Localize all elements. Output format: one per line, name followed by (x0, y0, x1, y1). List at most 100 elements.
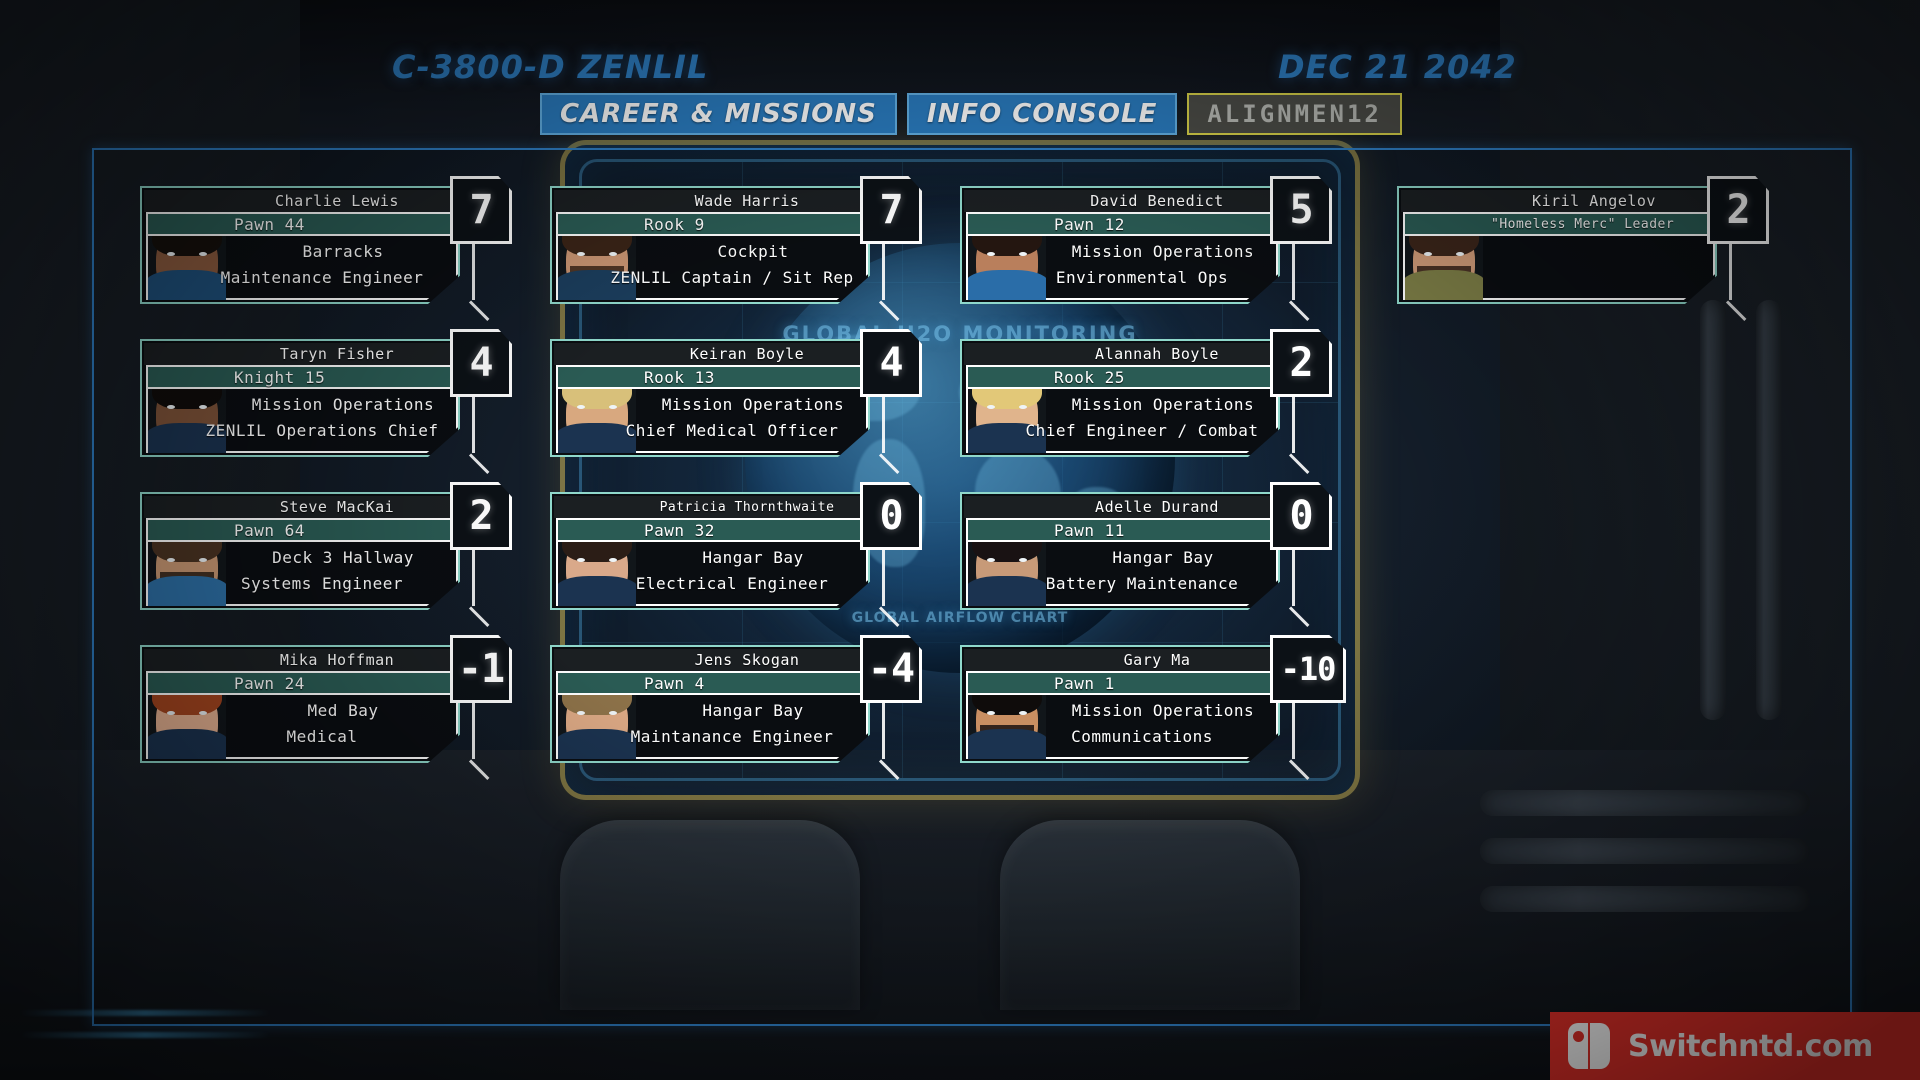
crew-card[interactable]: Adelle Durand Pawn 11 Hangar Bay Battery Ma… (960, 482, 1332, 610)
crew-card-body: Steve MacKai Pawn 64 Deck 3 Hallway Systems… (140, 492, 460, 610)
crew-rank: Pawn 11 (1054, 520, 1125, 540)
crew-rank: Rook 25 (1054, 367, 1125, 387)
crew-card[interactable]: Kiril Angelov "Homeless Merc" Leader 2 (1397, 176, 1769, 304)
crew-card[interactable]: Keiran Boyle Rook 13 Mission Operations Chi… (550, 329, 922, 457)
crew-alignment-score: 2 (469, 493, 493, 539)
game-screen: GLOBAL H2O MONITORING GLOBAL AIRFLOW CHA… (0, 0, 1920, 1080)
crew-name: Kiril Angelov (1532, 192, 1656, 210)
console-hump (1000, 820, 1300, 1010)
crew-badge-stem (472, 550, 475, 606)
crew-name-bar: Alannah Boyle (964, 343, 1280, 365)
crew-name: Mika Hoffman (279, 651, 395, 669)
crew-name-bar: Taryn Fisher (144, 343, 460, 365)
crew-card-body: Charlie Lewis Pawn 44 Barracks Maintenance … (140, 186, 460, 304)
crew-rank-bar: Knight 15 (148, 365, 456, 389)
crew-alignment-score-badge: 7 (860, 176, 922, 244)
crew-card[interactable]: Mika Hoffman Pawn 24 Med Bay Medical -1 (140, 635, 512, 763)
crew-name: Patricia Thornthwaite (659, 499, 835, 515)
crew-name: Charlie Lewis (275, 192, 399, 210)
crew-card[interactable]: Alannah Boyle Rook 25 Mission Operations Ch… (960, 329, 1332, 457)
crew-card[interactable]: Jens Skogan Pawn 4 Hangar Bay Maintanance E… (550, 635, 922, 763)
crew-rank-bar: Pawn 32 (558, 518, 866, 542)
crew-card-body: Patricia Thornthwaite Pawn 32 Hangar Bay El… (550, 492, 870, 610)
crew-alignment-score-badge: 7 (450, 176, 512, 244)
crew-location: Barracks (302, 242, 384, 261)
crew-alignment-score-badge: 0 (860, 482, 922, 550)
crew-rank: Pawn 24 (234, 673, 305, 693)
crew-alignment-score-badge: 2 (1270, 329, 1332, 397)
crew-name: Taryn Fisher (279, 345, 395, 363)
crew-alignment-score-badge: 5 (1270, 176, 1332, 244)
crew-role: Communications (1071, 727, 1213, 746)
crew-name: Wade Harris (694, 192, 800, 210)
crew-role: ZENLIL Operations Chief (205, 421, 439, 440)
floor-glow-strip (20, 1010, 270, 1016)
crew-card[interactable]: David Benedict Pawn 12 Mission Operations E… (960, 176, 1332, 304)
crew-rank: Rook 13 (644, 367, 715, 387)
crew-rank-bar: Pawn 11 (968, 518, 1276, 542)
tab-bar: CAREER & MISSIONS INFO CONSOLE ALIGNMEN1… (540, 93, 1402, 135)
crew-card-body: Kiril Angelov "Homeless Merc" Leader (1397, 186, 1717, 304)
tab-career-and-missions[interactable]: CAREER & MISSIONS (540, 93, 897, 135)
crew-badge-stem (1292, 550, 1295, 606)
crew-role: Medical (286, 727, 358, 746)
crew-rank-bar: Pawn 1 (968, 671, 1276, 695)
crew-alignment-score-badge: -10 (1270, 635, 1346, 703)
crew-name-bar: Jens Skogan (554, 649, 870, 671)
crew-rank: Pawn 64 (234, 520, 305, 540)
crew-badge-stem (1292, 397, 1295, 453)
crew-name-bar: Gary Ma (964, 649, 1280, 671)
crew-alignment-score: 4 (469, 340, 493, 386)
crew-alignment-grid: Charlie Lewis Pawn 4 4 Barracks Maintenance … (140, 176, 1820, 798)
crew-name-bar: Wade Harris (554, 190, 870, 212)
crew-alignment-score-badge: 0 (1270, 482, 1332, 550)
crew-rank: "Homeless Merc" Leader (1491, 216, 1675, 232)
crew-location: Hangar Bay (702, 701, 804, 720)
crew-role: ZENLIL Captain / Sit Rep (610, 268, 854, 287)
crew-rank-bar: "Homeless Merc" Leader (1405, 212, 1713, 236)
crew-name-bar: Kiril Angelov (1401, 190, 1717, 212)
tab-alignment[interactable]: ALIGNMEN12 (1187, 93, 1402, 135)
pipe-decor (1480, 886, 1810, 912)
crew-card-body: Mika Hoffman Pawn 24 Med Bay Medical (140, 645, 460, 763)
crew-badge-stem (882, 244, 885, 300)
crew-role: Battery Maintenance (1045, 574, 1239, 593)
crew-rank: Pawn 4 (644, 673, 705, 693)
crew-card-body: Alannah Boyle Rook 25 Mission Operations Ch… (960, 339, 1280, 457)
crew-row: Charlie Lewis Pawn 44 Barracks Maintenance … (140, 176, 1820, 339)
crew-card[interactable]: Patricia Thornthwaite Pawn 32 Hangar Bay El… (550, 482, 922, 610)
crew-name-bar: David Benedict (964, 190, 1280, 212)
crew-name-bar: Adelle Durand (964, 496, 1280, 518)
crew-rank-bar: Pawn 4 (558, 671, 866, 695)
crew-name-bar: Steve MacKai (144, 496, 460, 518)
crew-alignment-score: 2 (1726, 187, 1750, 233)
ship-designation: C-3800-D ZENLIL (392, 48, 709, 86)
crew-alignment-score-badge: 2 (1707, 176, 1769, 244)
crew-alignment-score: 5 (1289, 187, 1313, 233)
crew-card-body: Taryn Fisher Knight 15 Mission Operations Z… (140, 339, 460, 457)
crew-role: Electrical Engineer (635, 574, 829, 593)
crew-alignment-score-badge: -1 (450, 635, 512, 703)
crew-name-bar: Charlie Lewis (144, 190, 460, 212)
crew-card[interactable]: Gary Ma Pawn 1 Mission Operations Communica… (960, 635, 1346, 763)
crew-name: Keiran Boyle (689, 345, 805, 363)
crew-card[interactable]: Steve MacKai Pawn 64 Deck 3 Hallway Systems… (140, 482, 512, 610)
crew-role: Maintenance Engineer (220, 268, 424, 287)
crew-name-bar: Mika Hoffman (144, 649, 460, 671)
crew-rank: Pawn 12 (1054, 214, 1125, 234)
crew-row: Steve MacKai Pawn 64 Deck 3 Hallway Systems… (140, 482, 1820, 645)
crew-alignment-score-badge: 4 (860, 329, 922, 397)
crew-card[interactable]: Wade Harris Rook 9 Cockpit ZENLIL Captain /… (550, 176, 922, 304)
crew-rank-bar: Rook 13 (558, 365, 866, 389)
crew-alignment-score: -4 (867, 646, 915, 692)
tab-info-console[interactable]: INFO CONSOLE (906, 93, 1178, 135)
crew-alignment-score: 0 (879, 493, 903, 539)
crew-name: Gary Ma (1123, 651, 1191, 669)
crew-rank-bar: Pawn 12 (968, 212, 1276, 236)
crew-alignment-score-badge: 2 (450, 482, 512, 550)
crew-alignment-score: 0 (1289, 493, 1313, 539)
crew-card[interactable]: Charlie Lewis Pawn 44 Barracks Maintenance … (140, 176, 512, 304)
crew-card[interactable]: Taryn Fisher Knight 15 Mission Operations Z… (140, 329, 512, 457)
crew-location: Mission Operations (1071, 701, 1255, 720)
crew-rank-bar: Rook 9 (558, 212, 866, 236)
